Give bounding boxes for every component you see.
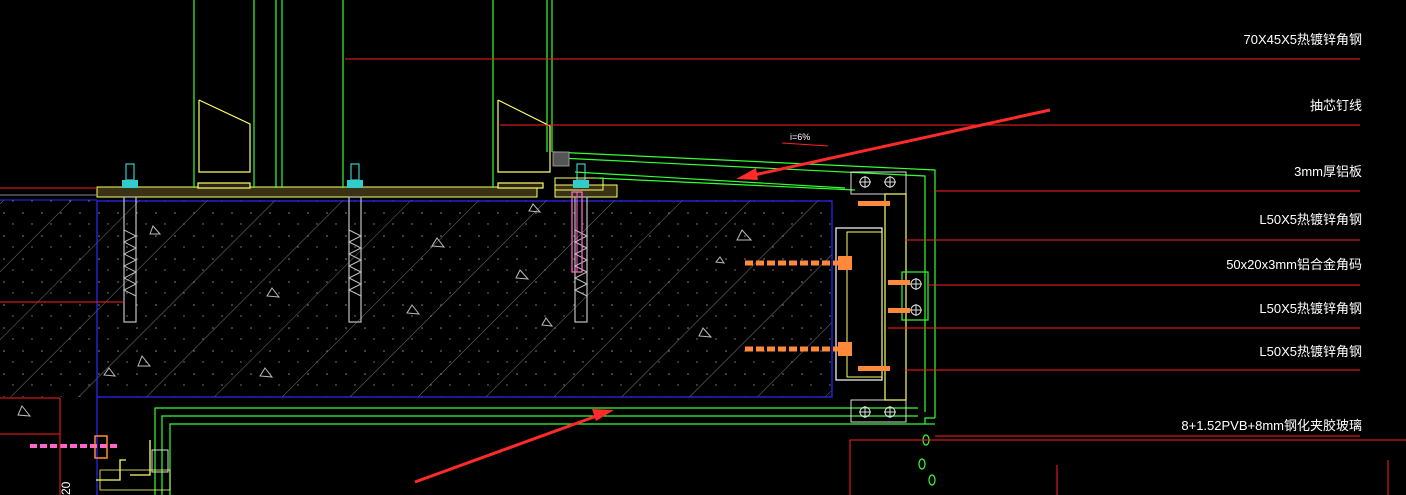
label-laminated-glass: 8+1.52PVB+8mm钢化夹胶玻璃 [1181,418,1362,433]
slope-label: i=6% [790,132,810,142]
dimension-text: 20 [59,481,73,495]
rivets [859,176,922,418]
drip-icon [918,434,936,486]
frame-steel [835,171,929,423]
annotation-labels: 70X45X5热镀锌角钢 抽芯钉线 3mm厚铝板 L50X5热镀锌角钢 50x2… [1181,32,1362,433]
label-angle-steel-70: 70X45X5热镀锌角钢 [1244,32,1363,47]
concrete-slab [0,199,833,495]
label-aluminum-plate: 3mm厚铝板 [1294,164,1362,179]
red-arrow-icon [736,108,1051,180]
slope-arrow [781,142,829,147]
lower-structure [849,439,1406,495]
label-angle-steel-l50-c: L50X5热镀锌角钢 [1259,344,1362,359]
label-angle-steel-l50-b: L50X5热镀锌角钢 [1259,301,1362,316]
label-angle-steel-l50-a: L50X5热镀锌角钢 [1259,212,1362,227]
label-aluminum-clip: 50x20x3mm铝合金角码 [1226,257,1362,272]
red-arrow-icon [414,409,614,484]
steel-post-left [193,0,344,189]
angle-section-right [497,99,551,173]
angle-section-left [198,99,251,173]
label-rivet-line: 抽芯钉线 [1310,98,1362,113]
gasket [552,151,570,167]
bottom-left-anchor [30,435,171,491]
steel-post-right [492,0,553,189]
cad-drawing: i=6% 70X45X5热镀锌角钢 抽芯钉线 3mm厚铝板 L50X5热镀锌角钢… [0,0,1406,495]
